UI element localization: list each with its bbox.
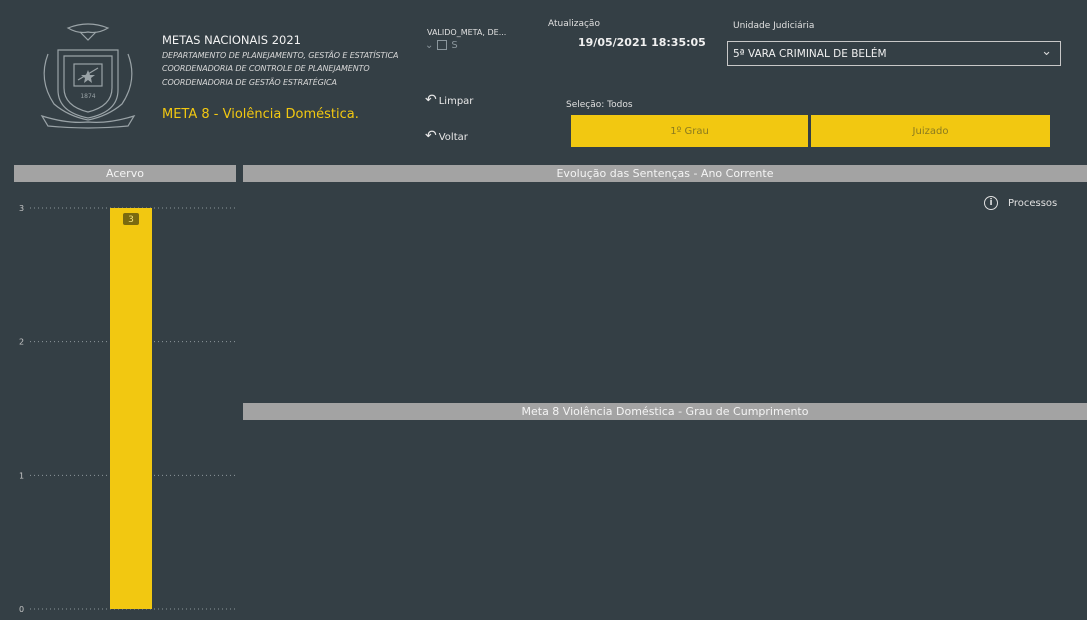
acervo-chart-svg: 0 1 2 3 3 [19, 204, 236, 614]
bar[interactable] [110, 208, 152, 609]
meta-title: META 8 - Violência Doméstica. [162, 107, 359, 122]
tjpa-crest-logo: 1874 [28, 20, 148, 130]
department-line: DEPARTAMENTO DE PLANEJAMENTO, GESTÃO E E… [162, 51, 399, 60]
back-icon: ↶ [425, 128, 437, 144]
update-label: Atualização [548, 19, 600, 29]
coordination-line-1: COORDENADORIA DE CONTROLE DE PLANEJAMENT… [162, 64, 370, 73]
segment-juizado[interactable]: Juizado [811, 115, 1050, 147]
unit-selected-value: 5ª VARA CRIMINAL DE BELÉM [733, 48, 887, 60]
y-tick-label: 3 [19, 204, 24, 213]
page-title: METAS NACIONAIS 2021 [162, 33, 301, 47]
valid-meta-filter-label: VALIDO_META, DE... [427, 28, 507, 37]
voltar-button[interactable]: ↶ Voltar [425, 128, 468, 144]
limpar-button[interactable]: ↶ Limpar [425, 92, 473, 108]
filter-option-label: S [451, 40, 458, 51]
checkbox[interactable] [437, 40, 448, 50]
segment-1-grau[interactable]: 1º Grau [571, 115, 808, 147]
y-tick-label: 2 [19, 338, 24, 347]
info-icon: i [984, 196, 998, 210]
acervo-chart: 0 1 2 3 3 [0, 190, 240, 616]
acervo-header: Acervo [14, 165, 236, 182]
y-tick-label: 1 [19, 471, 24, 480]
data-label: 3 [128, 215, 134, 225]
chevron-down-icon[interactable]: ⌄ [425, 40, 433, 51]
processos-info[interactable]: i Processos [984, 196, 1057, 210]
selection-label: Seleção: Todos [566, 100, 633, 110]
chevron-down-icon: ⌄ [1041, 44, 1052, 59]
valid-meta-filter[interactable]: ⌄ S [425, 40, 458, 51]
evolucao-header: Evolução das Sentenças - Ano Corrente [243, 165, 1087, 182]
svg-text:1874: 1874 [80, 93, 95, 100]
unit-dropdown[interactable]: 5ª VARA CRIMINAL DE BELÉM ⌄ [727, 41, 1061, 66]
grau-cumprimento-header: Meta 8 Violência Doméstica - Grau de Cum… [243, 403, 1087, 420]
undo-icon: ↶ [425, 92, 437, 108]
update-timestamp: 19/05/2021 18:35:05 [578, 36, 706, 49]
coordination-line-2: COORDENADORIA DE GESTÃO ESTRATÉGICA [162, 78, 337, 87]
unit-label: Unidade Judiciária [733, 21, 815, 31]
y-tick-label: 0 [19, 605, 24, 614]
